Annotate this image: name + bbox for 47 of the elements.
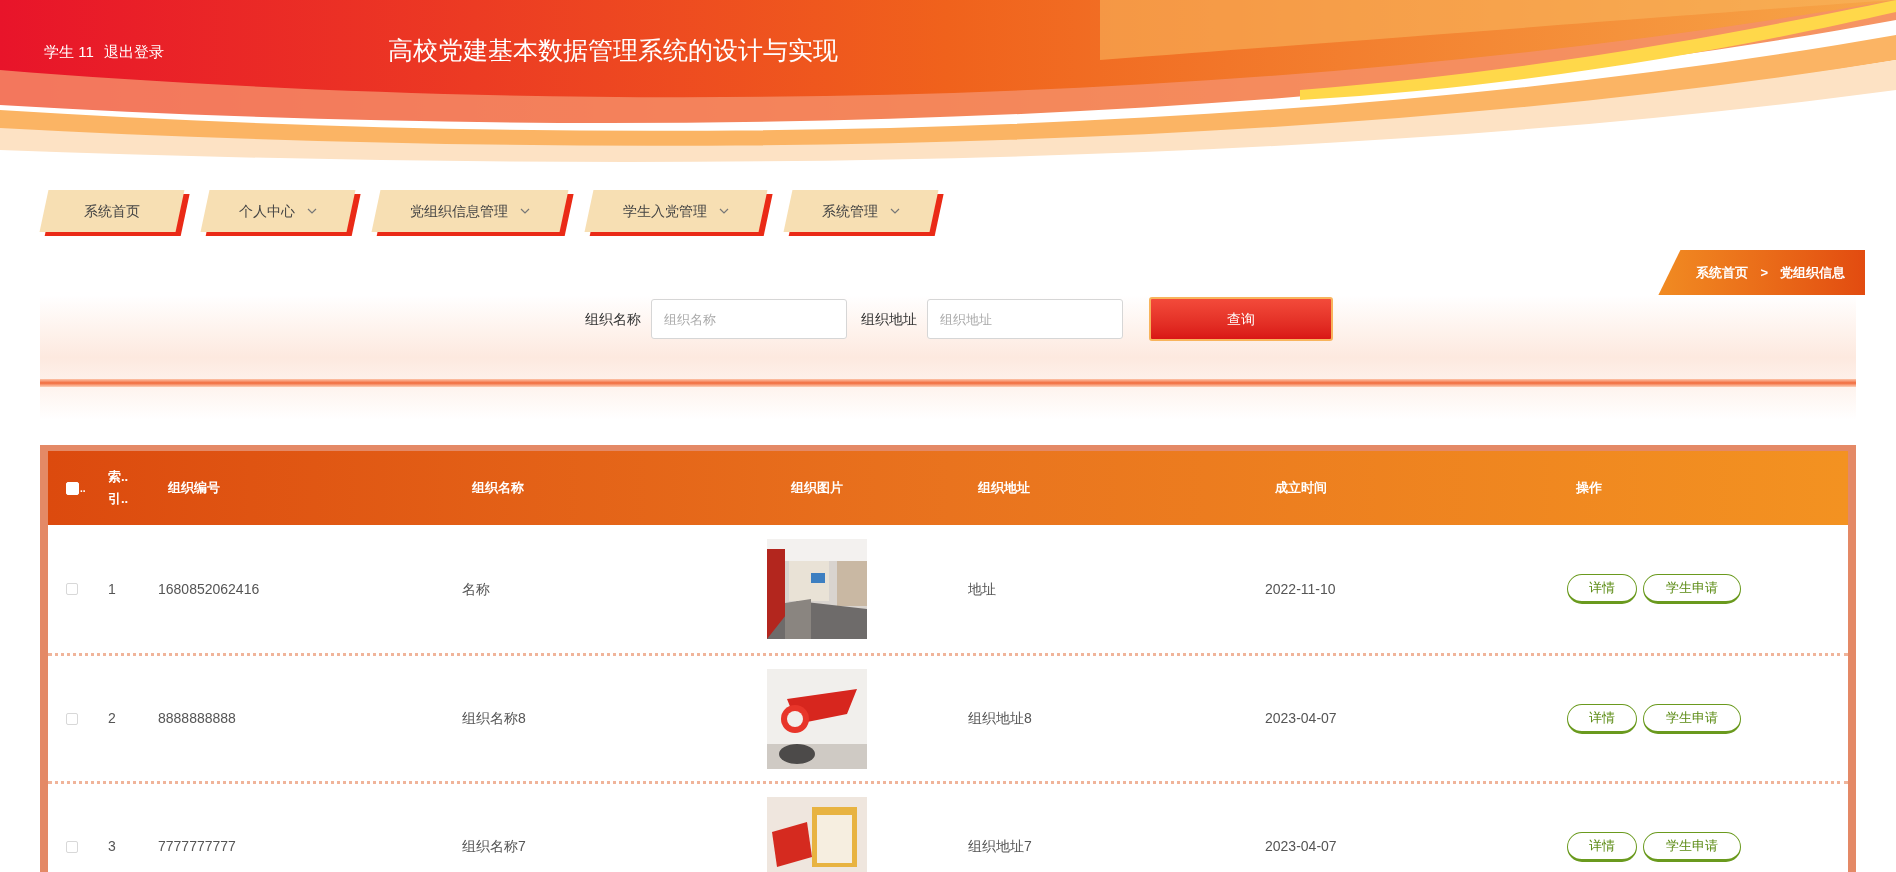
- table-cell-text: 2: [108, 709, 116, 728]
- column-header: 组织地址: [978, 479, 1030, 498]
- field-label: 组织名称: [585, 309, 641, 329]
- chevron-down-icon: [307, 208, 317, 214]
- chevron-down-icon: [890, 208, 900, 214]
- table-cell-text: 2023-04-07: [1265, 709, 1337, 728]
- table-cell-text: 7777777777: [158, 837, 236, 856]
- column-header: 索.. 引..: [108, 468, 130, 508]
- details-button[interactable]: 详情: [1567, 831, 1637, 862]
- column-header: 操作: [1576, 479, 1602, 498]
- apply-button[interactable]: 学生申请: [1643, 574, 1741, 604]
- table-cell-text: 1680852062416: [158, 579, 260, 599]
- apply-button[interactable]: 学生申请: [1643, 703, 1741, 734]
- table-cell-text: 组织地址7: [968, 837, 1032, 856]
- field-label: 组织地址: [861, 309, 917, 329]
- search-field[interactable]: 组织地址: [927, 299, 1123, 339]
- breadcrumb-item: 党组织信息: [1780, 263, 1845, 282]
- column-header: 组织编号: [168, 479, 220, 498]
- breadcrumb-separator: >: [1760, 263, 1768, 282]
- column-header: 成立时间: [1275, 479, 1327, 498]
- table-cell-text: 组织名称8: [462, 709, 526, 728]
- system-title: 高校党建基本数据管理系统的设计与实现: [387, 35, 838, 66]
- column-header: 组织图片: [791, 479, 843, 498]
- details-button[interactable]: 详情: [1567, 703, 1637, 734]
- search-field[interactable]: 组织名称: [651, 299, 847, 339]
- table-cell-text: 地址: [968, 579, 996, 599]
- checkbox[interactable]: [66, 840, 78, 853]
- table-cell-text: 组织名称7: [462, 837, 526, 856]
- header-ellipsis: ..: [80, 481, 86, 496]
- table-cell-text: 3: [108, 837, 116, 856]
- checkbox[interactable]: [66, 712, 78, 725]
- breadcrumb-item[interactable]: 系统首页: [1696, 262, 1749, 283]
- table-cell-text: 8888888888: [158, 709, 236, 728]
- details-button[interactable]: 详情: [1567, 574, 1637, 604]
- column-header: 组织名称: [472, 479, 524, 498]
- table-cell-text: 名称: [462, 579, 490, 599]
- chevron-down-icon: [520, 208, 530, 214]
- logout-link[interactable]: 退出登录: [103, 40, 164, 63]
- apply-button[interactable]: 学生申请: [1643, 831, 1741, 862]
- user-name: 学生 11: [44, 41, 94, 62]
- table-cell-text: 2023-04-07: [1265, 837, 1337, 856]
- chevron-down-icon: [719, 208, 729, 214]
- search-button[interactable]: 查询: [1149, 297, 1333, 341]
- table-cell-text: 1: [108, 579, 116, 599]
- checkbox[interactable]: [66, 583, 78, 595]
- table-cell-text: 组织地址8: [968, 709, 1032, 728]
- table-cell-text: 2022-11-10: [1265, 579, 1336, 599]
